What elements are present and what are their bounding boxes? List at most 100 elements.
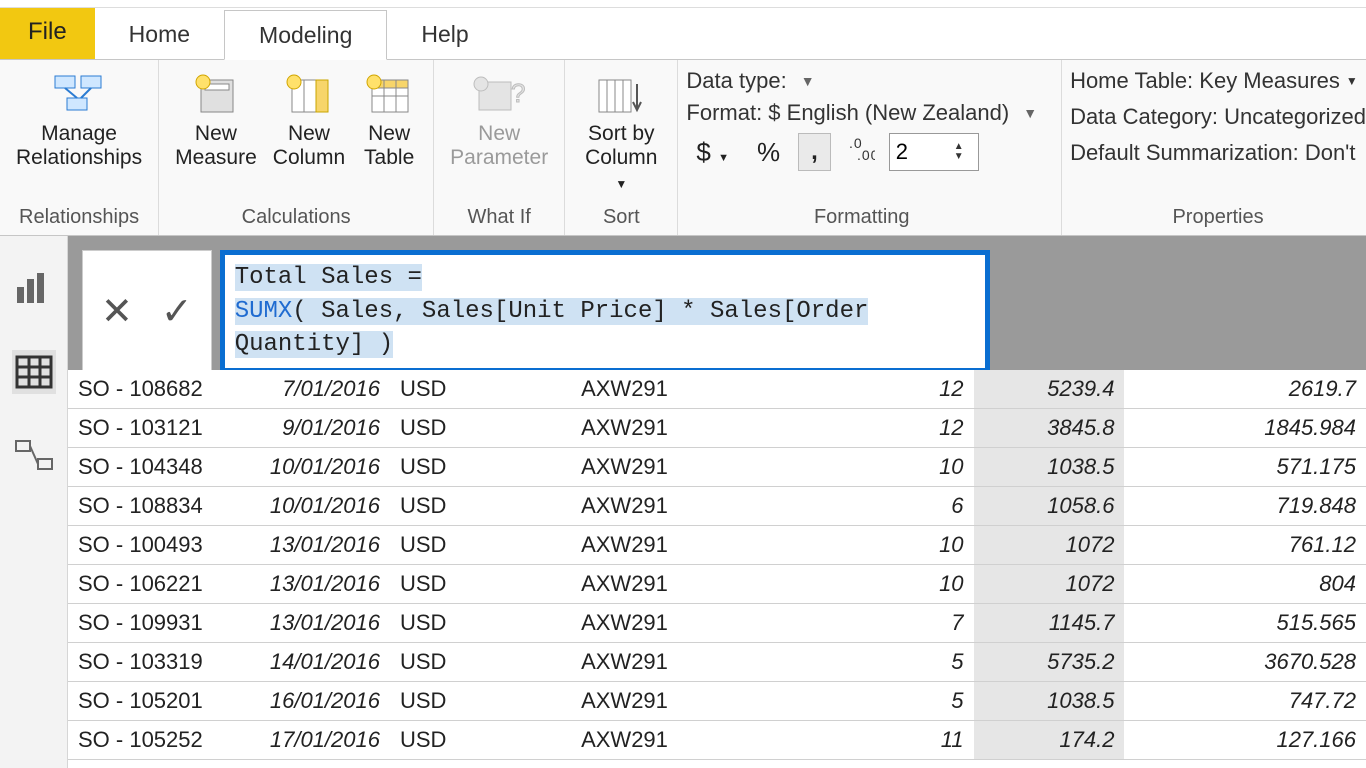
cell-amount-b[interactable]: 571.175 [1124, 448, 1366, 487]
home-table-dropdown[interactable]: Home Table: Key Measures ▼ [1070, 68, 1366, 94]
cell-currency[interactable]: USD [390, 565, 571, 604]
cell-date[interactable]: 10/01/2016 [239, 487, 390, 526]
cell-code[interactable]: AXW291 [571, 682, 782, 721]
cell-date[interactable]: 13/01/2016 [239, 526, 390, 565]
sort-by-column-button[interactable]: Sort by Column ▼ [573, 66, 669, 198]
cell-currency[interactable]: USD [390, 526, 571, 565]
cell-currency[interactable]: USD [390, 604, 571, 643]
cell-so[interactable]: SO - 109931 [68, 604, 239, 643]
cell-currency[interactable]: USD [390, 409, 571, 448]
cell-code[interactable]: AXW291 [571, 526, 782, 565]
table-row[interactable]: SO - 10049313/01/2016USDAXW291101072761.… [68, 526, 1366, 565]
cell-so[interactable]: SO - 108682 [68, 370, 239, 409]
cell-qty[interactable]: 10 [782, 565, 973, 604]
cell-amount-a[interactable]: 1145.7 [974, 604, 1125, 643]
cell-amount-b[interactable]: 515.565 [1124, 604, 1366, 643]
cell-date[interactable]: 17/01/2016 [239, 721, 390, 760]
cell-so[interactable]: SO - 108834 [68, 487, 239, 526]
table-row[interactable]: SO - 10331914/01/2016USDAXW29155735.2367… [68, 643, 1366, 682]
cell-date[interactable]: 13/01/2016 [239, 604, 390, 643]
cell-amount-a[interactable]: 3845.8 [974, 409, 1125, 448]
tab-file[interactable]: File [0, 7, 95, 59]
model-view-icon[interactable] [12, 434, 56, 478]
cell-amount-b[interactable]: 761.12 [1124, 526, 1366, 565]
cell-amount-a[interactable]: 1038.5 [974, 448, 1125, 487]
cell-currency[interactable]: USD [390, 643, 571, 682]
cell-qty[interactable]: 12 [782, 370, 973, 409]
cell-code[interactable]: AXW291 [571, 643, 782, 682]
cell-date[interactable]: 14/01/2016 [239, 643, 390, 682]
table-row[interactable]: SO - 10993113/01/2016USDAXW29171145.7515… [68, 604, 1366, 643]
table-row[interactable]: SO - 10525217/01/2016USDAXW29111174.2127… [68, 721, 1366, 760]
cell-date[interactable]: 7/01/2016 [239, 370, 390, 409]
cell-qty[interactable]: 12 [782, 409, 973, 448]
table-row[interactable]: SO - 1031219/01/2016USDAXW291123845.8184… [68, 409, 1366, 448]
cell-code[interactable]: AXW291 [571, 448, 782, 487]
cell-date[interactable]: 13/01/2016 [239, 565, 390, 604]
new-column-button[interactable]: New Column [265, 66, 353, 174]
cell-currency[interactable]: USD [390, 370, 571, 409]
commit-formula-icon[interactable]: ✓ [161, 289, 193, 334]
cell-so[interactable]: SO - 106221 [68, 565, 239, 604]
cell-amount-a[interactable]: 1072 [974, 565, 1125, 604]
cell-qty[interactable]: 7 [782, 604, 973, 643]
table-row[interactable]: SO - 10883410/01/2016USDAXW29161058.6719… [68, 487, 1366, 526]
formula-input[interactable]: Total Sales = SUMX( Sales, Sales[Unit Pr… [220, 250, 990, 373]
cell-code[interactable]: AXW291 [571, 721, 782, 760]
tab-home[interactable]: Home [95, 9, 224, 59]
cell-code[interactable]: AXW291 [571, 370, 782, 409]
cell-code[interactable]: AXW291 [571, 604, 782, 643]
cell-currency[interactable]: USD [390, 448, 571, 487]
table-row[interactable]: SO - 10520116/01/2016USDAXW29151038.5747… [68, 682, 1366, 721]
cell-amount-b[interactable]: 1845.984 [1124, 409, 1366, 448]
cell-amount-b[interactable]: 127.166 [1124, 721, 1366, 760]
cell-amount-b[interactable]: 804 [1124, 565, 1366, 604]
cancel-formula-icon[interactable]: ✕ [101, 289, 133, 334]
new-measure-button[interactable]: New Measure [167, 66, 265, 174]
report-view-icon[interactable] [12, 266, 56, 310]
cell-so[interactable]: SO - 105252 [68, 721, 239, 760]
spinner-arrows[interactable]: ▲▼ [950, 134, 968, 170]
default-summarization-dropdown[interactable]: Default Summarization: Don't [1070, 140, 1366, 166]
cell-currency[interactable]: USD [390, 682, 571, 721]
cell-qty[interactable]: 10 [782, 448, 973, 487]
decimals-input[interactable] [890, 134, 950, 170]
cell-so[interactable]: SO - 100493 [68, 526, 239, 565]
cell-amount-b[interactable]: 3670.528 [1124, 643, 1366, 682]
cell-so[interactable]: SO - 104348 [68, 448, 239, 487]
cell-amount-a[interactable]: 5735.2 [974, 643, 1125, 682]
cell-qty[interactable]: 5 [782, 682, 973, 721]
cell-amount-a[interactable]: 1072 [974, 526, 1125, 565]
data-category-dropdown[interactable]: Data Category: Uncategorized [1070, 104, 1366, 130]
table-row[interactable]: SO - 1086827/01/2016USDAXW291125239.4261… [68, 370, 1366, 409]
cell-date[interactable]: 9/01/2016 [239, 409, 390, 448]
data-grid[interactable]: SO - 1086827/01/2016USDAXW291125239.4261… [68, 370, 1366, 768]
manage-relationships-button[interactable]: Manage Relationships [8, 66, 150, 174]
cell-amount-b[interactable]: 747.72 [1124, 682, 1366, 721]
cell-amount-b[interactable]: 719.848 [1124, 487, 1366, 526]
thousands-separator-button[interactable]: , [798, 133, 831, 171]
percent-button[interactable]: % [747, 133, 790, 172]
decimals-spinner[interactable]: ▲▼ [889, 133, 979, 171]
cell-so[interactable]: SO - 103319 [68, 643, 239, 682]
cell-qty[interactable]: 5 [782, 643, 973, 682]
cell-amount-a[interactable]: 174.2 [974, 721, 1125, 760]
tab-modeling[interactable]: Modeling [224, 10, 387, 60]
cell-qty[interactable]: 6 [782, 487, 973, 526]
cell-amount-a[interactable]: 1058.6 [974, 487, 1125, 526]
cell-so[interactable]: SO - 105201 [68, 682, 239, 721]
cell-code[interactable]: AXW291 [571, 409, 782, 448]
data-type-dropdown[interactable]: Data type: ▼ [686, 68, 1037, 94]
cell-date[interactable]: 16/01/2016 [239, 682, 390, 721]
data-view-icon[interactable] [12, 350, 56, 394]
cell-date[interactable]: 10/01/2016 [239, 448, 390, 487]
tab-help[interactable]: Help [387, 9, 502, 59]
cell-qty[interactable]: 10 [782, 526, 973, 565]
cell-so[interactable]: SO - 103121 [68, 409, 239, 448]
cell-qty[interactable]: 11 [782, 721, 973, 760]
cell-code[interactable]: AXW291 [571, 487, 782, 526]
table-row[interactable]: SO - 10622113/01/2016USDAXW291101072804 [68, 565, 1366, 604]
cell-code[interactable]: AXW291 [571, 565, 782, 604]
format-dropdown[interactable]: Format: $ English (New Zealand) ▼ [686, 100, 1037, 126]
new-table-button[interactable]: New Table [353, 66, 425, 174]
